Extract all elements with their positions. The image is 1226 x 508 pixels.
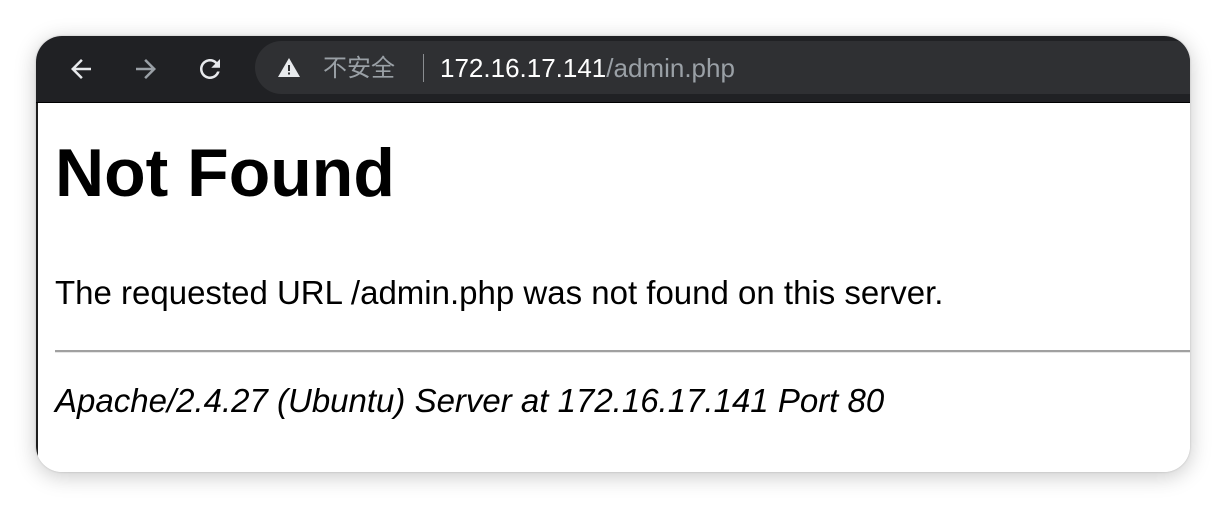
warning-triangle-icon[interactable]: [277, 56, 301, 80]
url-path: /admin.php: [606, 53, 735, 83]
reload-button[interactable]: [190, 49, 230, 89]
server-signature: Apache/2.4.27 (Ubuntu) Server at 172.16.…: [55, 382, 885, 419]
reload-icon: [200, 59, 220, 79]
forward-button[interactable]: [126, 49, 166, 89]
arrow-left-icon: [71, 59, 91, 79]
browser-toolbar: 不安全 172.16.17.141/admin.php: [36, 36, 1190, 103]
arrow-right-icon: [136, 59, 156, 79]
back-button[interactable]: [61, 49, 101, 89]
error-message: The requested URL /admin.php was not fou…: [55, 274, 944, 311]
divider: [55, 350, 1190, 353]
address-divider: [423, 54, 424, 82]
page-content: Not Found The requested URL /admin.php w…: [36, 103, 1190, 472]
address-bar[interactable]: 不安全 172.16.17.141/admin.php: [255, 41, 1190, 94]
security-status-label[interactable]: 不安全: [323, 53, 395, 83]
page-title: Not Found: [55, 135, 395, 211]
url-text[interactable]: 172.16.17.141/admin.php: [440, 53, 735, 83]
browser-window: 不安全 172.16.17.141/admin.php Not Found Th…: [36, 36, 1190, 472]
url-host: 172.16.17.141: [440, 53, 607, 83]
